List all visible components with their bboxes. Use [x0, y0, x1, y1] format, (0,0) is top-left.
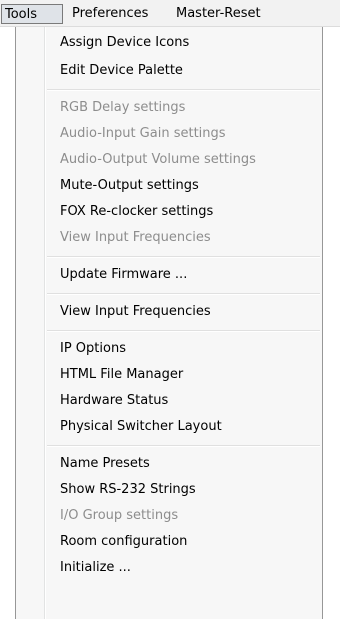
menu-bar: Tools Preferences Master-Reset [0, 0, 340, 27]
menu-item-assign-device-icons[interactable]: Assign Device Icons [60, 31, 318, 55]
menu-item-edit-device-palette[interactable]: Edit Device Palette [60, 59, 318, 83]
menu-item-mute-output-settings[interactable]: Mute-Output settings [60, 174, 318, 198]
menu-item-ip-options[interactable]: IP Options [60, 337, 318, 361]
menu-separator [47, 293, 320, 295]
menu-separator [47, 330, 320, 332]
menu-item-audio-input-gain-settings: Audio-Input Gain settings [60, 126, 226, 141]
tools-dropdown-menu: Assign Device Icons Edit Device Palette … [15, 27, 323, 619]
menu-item-html-file-manager[interactable]: HTML File Manager [60, 363, 318, 387]
menu-item-rgb-delay-settings: RGB Delay settings [60, 100, 186, 115]
menu-item-hardware-status[interactable]: Hardware Status [60, 389, 318, 413]
menu-item-view-input-frequencies-disabled: View Input Frequencies [60, 230, 211, 245]
menu-separator [47, 89, 320, 91]
menu-item-audio-output-volume-settings: Audio-Output Volume settings [60, 152, 256, 167]
menu-item-io-group-settings: I/O Group settings [60, 508, 179, 523]
menu-item-fox-reclocker-settings[interactable]: FOX Re-clocker settings [60, 200, 318, 224]
menu-item-view-input-frequencies[interactable]: View Input Frequencies [60, 300, 318, 324]
menu-item-show-rs232-strings[interactable]: Show RS-232 Strings [60, 478, 318, 502]
menu-item-physical-switcher-layout[interactable]: Physical Switcher Layout [60, 415, 318, 439]
menu-master-reset[interactable]: Master-Reset [173, 4, 264, 24]
menu-item-name-presets[interactable]: Name Presets [60, 452, 318, 476]
menu-preferences[interactable]: Preferences [69, 4, 151, 24]
icon-gutter-divider-highlight [45, 27, 46, 619]
menu-item-initialize[interactable]: Initialize ... [60, 556, 318, 580]
menu-tools[interactable]: Tools [1, 4, 63, 24]
menu-separator [47, 256, 320, 258]
menu-item-update-firmware[interactable]: Update Firmware ... [60, 263, 318, 287]
menu-separator [47, 445, 320, 447]
menu-item-room-configuration[interactable]: Room configuration [60, 530, 318, 554]
